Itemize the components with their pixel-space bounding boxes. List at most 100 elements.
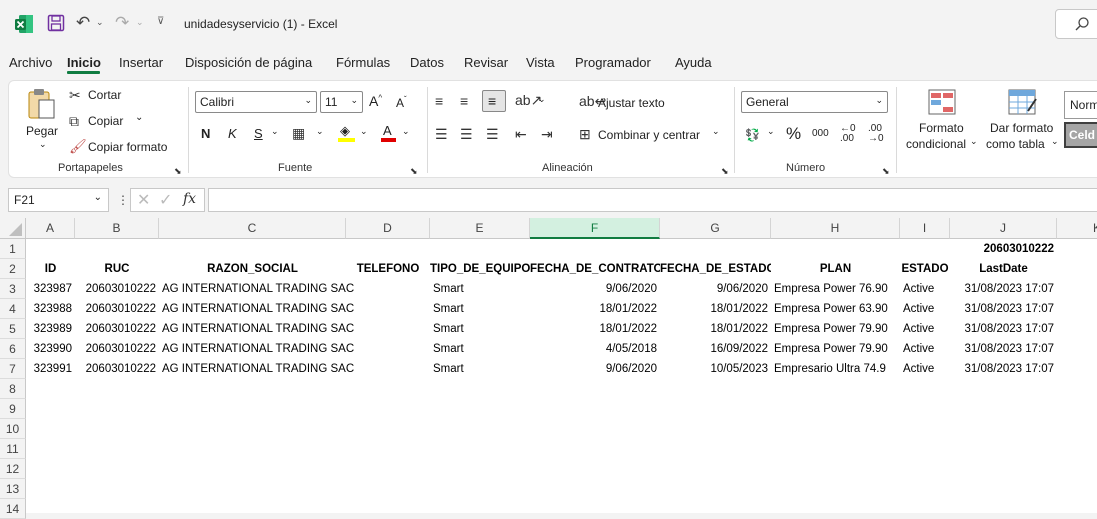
table-cell[interactable]: Smart	[430, 319, 530, 339]
font-color-dropdown-icon[interactable]: ⌄	[402, 126, 410, 137]
header-cell-plan[interactable]: PLAN	[771, 259, 900, 279]
table-cell[interactable]: 9/06/2020	[530, 359, 660, 379]
table-cell[interactable]: 18/01/2022	[660, 319, 771, 339]
enter-icon[interactable]: ✓	[159, 190, 172, 210]
fill-color-icon[interactable]: ◈	[338, 123, 356, 143]
row-header[interactable]: 12	[0, 459, 26, 479]
table-cell[interactable]: Empresa Power 79.90	[771, 339, 900, 359]
italic-button[interactable]: K	[228, 126, 237, 141]
header-cell-estado[interactable]: ESTADO	[900, 259, 950, 279]
row-header[interactable]: 4	[0, 299, 26, 319]
formula-input[interactable]	[208, 188, 1097, 212]
undo-icon[interactable]: ↶	[76, 13, 90, 33]
column-header-e[interactable]: E	[430, 218, 530, 239]
orientation-dropdown-icon[interactable]: ⌄	[538, 94, 546, 105]
format-painter-icon[interactable]: 🖌	[69, 138, 87, 154]
table-cell[interactable]: AG INTERNATIONAL TRADING SAC	[159, 359, 354, 379]
tab-insertar[interactable]: Insertar	[119, 55, 163, 70]
table-cell[interactable]: 31/08/2023 17:07	[950, 339, 1057, 359]
table-cell[interactable]: Smart	[430, 339, 530, 359]
font-name-select[interactable]: Calibri ⌄	[195, 91, 317, 113]
column-header-d[interactable]: D	[346, 218, 430, 239]
scissors-icon[interactable]: ✂	[69, 87, 81, 103]
table-cell[interactable]: 20603010222	[75, 279, 159, 299]
table-cell[interactable]: 31/08/2023 17:07	[950, 319, 1057, 339]
row-header[interactable]: 11	[0, 439, 26, 459]
table-cell[interactable]: 323989	[26, 319, 75, 339]
row-header[interactable]: 14	[0, 499, 26, 519]
row-header[interactable]: 9	[0, 399, 26, 419]
header-cell-fecha-estado[interactable]: FECHA_DE_ESTADO	[660, 259, 771, 279]
cancel-icon[interactable]: ✕	[137, 190, 150, 210]
header-cell-id[interactable]: ID	[26, 259, 75, 279]
save-icon[interactable]	[47, 14, 65, 32]
insert-function-button[interactable]: fx	[183, 191, 196, 207]
row-header[interactable]: 6	[0, 339, 26, 359]
tab-vista[interactable]: Vista	[526, 55, 555, 70]
table-cell[interactable]: 323990	[26, 339, 75, 359]
currency-icon[interactable]: 💱	[745, 127, 760, 143]
redo-icon[interactable]: ↷	[115, 13, 129, 33]
table-cell[interactable]: Smart	[430, 299, 530, 319]
row-header[interactable]: 5	[0, 319, 26, 339]
alignment-launcher-icon[interactable]: ⬊	[721, 163, 729, 179]
tab-formulas[interactable]: Fórmulas	[336, 55, 390, 70]
tab-datos[interactable]: Datos	[410, 55, 444, 70]
table-cell[interactable]: 18/01/2022	[660, 299, 771, 319]
merge-dropdown-icon[interactable]: ⌄	[712, 126, 720, 137]
column-header-c[interactable]: C	[159, 218, 346, 239]
column-header-b[interactable]: B	[75, 218, 159, 239]
table-cell[interactable]: Active	[900, 359, 950, 379]
increase-indent-icon[interactable]: ⇥	[541, 126, 553, 142]
tab-programador[interactable]: Programador	[575, 55, 651, 70]
borders-icon[interactable]: ▦	[292, 125, 305, 141]
align-top-icon[interactable]: ≡	[435, 93, 443, 109]
name-box[interactable]: F21 ⌄	[8, 188, 109, 212]
table-cell[interactable]: Active	[900, 319, 950, 339]
align-right-icon[interactable]: ☰	[486, 126, 499, 142]
clipboard-launcher-icon[interactable]: ⬊	[174, 163, 182, 179]
column-header-k[interactable]: K	[1057, 218, 1097, 239]
row-header[interactable]: 7	[0, 359, 26, 379]
row-header[interactable]: 3	[0, 279, 26, 299]
cut-button[interactable]: Cortar	[88, 88, 121, 102]
header-cell-ruc[interactable]: RUC	[75, 259, 159, 279]
column-header-i[interactable]: I	[900, 218, 950, 239]
row-header[interactable]: 8	[0, 379, 26, 399]
table-cell[interactable]: 20603010222	[75, 299, 159, 319]
quick-access-customize-icon[interactable]: ⊽	[157, 16, 164, 27]
align-center-icon[interactable]: ☰	[460, 126, 473, 142]
header-cell-razon-social[interactable]: RAZON_SOCIAL	[159, 259, 346, 279]
table-cell[interactable]: Active	[900, 299, 950, 319]
redo-dropdown-icon[interactable]: ⌄	[136, 17, 144, 28]
table-cell[interactable]: 31/08/2023 17:07	[950, 299, 1057, 319]
table-cell[interactable]: Smart	[430, 279, 530, 299]
copy-icon[interactable]: ⧉	[69, 113, 79, 129]
underline-button[interactable]: S	[254, 126, 263, 141]
decrease-font-icon[interactable]: Aˇ	[396, 95, 407, 110]
table-cell[interactable]: Empresa Power 79.90	[771, 319, 900, 339]
cell-style-normal[interactable]: Norm	[1064, 91, 1097, 119]
copy-button[interactable]: Copiar	[88, 114, 123, 128]
table-cell[interactable]: 18/01/2022	[530, 299, 660, 319]
thousands-button[interactable]: 000	[812, 128, 829, 139]
table-cell[interactable]: 31/08/2023 17:07	[950, 359, 1057, 379]
column-header-g[interactable]: G	[660, 218, 771, 239]
table-cell[interactable]: 4/05/2018	[530, 339, 660, 359]
more-options-icon[interactable]: ⋮	[117, 193, 129, 207]
wrap-text-button[interactable]: Ajustar texto	[598, 96, 665, 110]
search-box[interactable]	[1055, 9, 1097, 39]
table-cell[interactable]: AG INTERNATIONAL TRADING SAC	[159, 299, 354, 319]
borders-dropdown-icon[interactable]: ⌄	[316, 126, 324, 137]
tab-revisar[interactable]: Revisar	[464, 55, 508, 70]
font-launcher-icon[interactable]: ⬊	[410, 163, 418, 179]
table-cell[interactable]: Active	[900, 339, 950, 359]
header-cell-tipo-equipo[interactable]: TIPO_DE_EQUIPO	[430, 259, 530, 279]
row-header[interactable]: 13	[0, 479, 26, 499]
table-cell[interactable]: AG INTERNATIONAL TRADING SAC	[159, 339, 354, 359]
number-launcher-icon[interactable]: ⬊	[882, 163, 890, 179]
table-cell[interactable]: Empresa Power 63.90	[771, 299, 900, 319]
paste-button[interactable]: Pegar ⌄	[19, 85, 65, 157]
cell-j1[interactable]: 20603010222	[950, 239, 1057, 259]
align-bottom-button[interactable]: ≡	[482, 90, 506, 112]
